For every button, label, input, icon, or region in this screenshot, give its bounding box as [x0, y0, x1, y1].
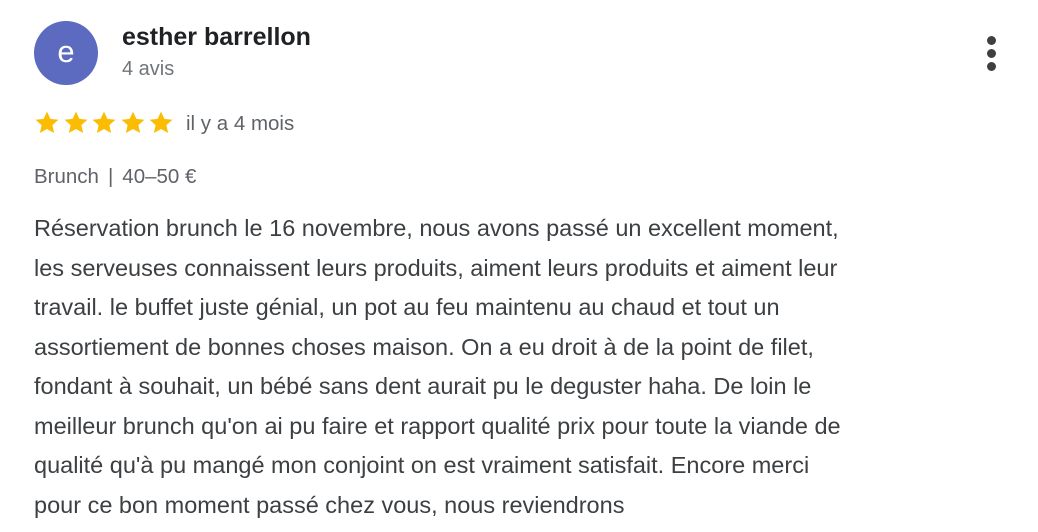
review-text-line: les serveuses connaissent leurs produits… [34, 254, 838, 281]
more-vertical-icon-dot-2 [987, 49, 996, 58]
star-icon [119, 109, 147, 137]
more-vertical-icon [987, 36, 996, 45]
review-text-line: Réservation brunch le 16 novembre, nous … [34, 215, 839, 241]
star-icon [33, 109, 61, 137]
review-meta: Brunch | 40–50 € [34, 163, 196, 191]
star-icon [90, 109, 118, 137]
meta-separator: | [107, 165, 114, 188]
review-card: e esther barrellon 4 avis il y a 4 mois … [0, 0, 1038, 532]
meal-type: Brunch [34, 165, 99, 188]
avatar[interactable]: e [34, 21, 98, 85]
author-review-count: 4 avis [122, 58, 175, 80]
review-date: il y a 4 mois [186, 112, 295, 135]
review-text-line: meilleur brunch qu'on ai pu faire et rap… [34, 412, 841, 439]
review-text-line: qualité qu'à pu mangé mon conjoint on es… [34, 452, 810, 478]
star-rating [33, 109, 176, 137]
more-vertical-icon-dot-3 [987, 62, 996, 71]
review-text-line: pour ce bon moment passé chez vous, nous… [34, 491, 625, 518]
star-icon [147, 109, 175, 137]
star-icon [62, 109, 90, 137]
author-name[interactable]: esther barrellon [122, 21, 311, 53]
more-options-button[interactable] [976, 34, 1008, 74]
review-text-line: travail. le buffet juste génial, un pot … [34, 294, 780, 320]
review-text-line: assortiement de bonnes choses maison. On… [34, 333, 814, 360]
review-text-line: fondant à souhait, un bébé sans dent aur… [34, 373, 812, 399]
price-range: 40–50 € [122, 165, 197, 188]
review-text: Réservation brunch le 16 novembre, nous … [34, 209, 1019, 525]
